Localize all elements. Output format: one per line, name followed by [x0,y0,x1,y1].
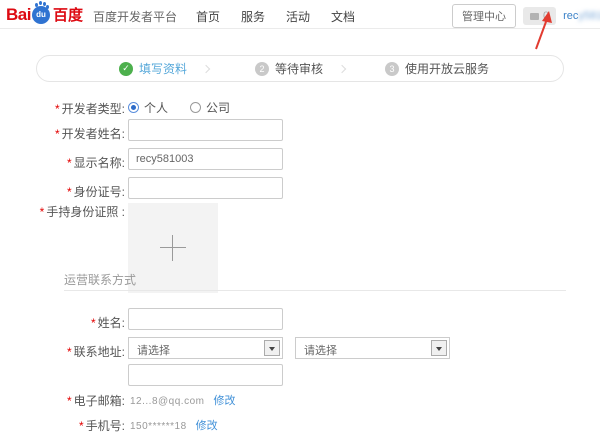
chevron-right-icon [202,64,210,72]
step-await-review: 2 等待审核 [255,56,345,81]
step-number: 3 [385,62,399,76]
phone-label: *手机号: [0,417,125,434]
address-detail-input[interactable] [128,364,283,386]
contact-name-label: *姓名: [0,314,125,331]
step-label: 使用开放云服务 [405,60,489,77]
nav-item-docs[interactable]: 文档 [331,8,355,25]
logo-text-bai: Bai [6,5,31,25]
baidu-paw-icon: du [32,6,50,24]
email-masked-value: 12...8@qq.com [130,396,204,407]
header-right: 管理中心 0 recy581003 | 退出 [452,4,600,28]
step-use-cloud: 3 使用开放云服务 [385,56,489,81]
step-number: 2 [255,62,269,76]
platform-title: 百度开发者平台 [93,5,177,25]
contact-address-label: *联系地址: [0,343,125,360]
id-number-input[interactable] [128,177,283,199]
developer-name-label: *开发者姓名: [0,125,125,142]
main-nav: 首页 服务 活动 文档 [196,8,355,25]
username-masked-part: y5810 [578,10,600,22]
phone-edit-link[interactable]: 修改 [196,420,218,432]
section-divider [64,290,566,291]
phone-value-row: 150******18 修改 [130,417,218,433]
email-label: *电子邮箱: [0,392,125,409]
developer-type-radio-group: 个人 公司 [128,99,230,116]
developer-type-label: *开发者类型: [0,100,125,117]
radio-option-personal[interactable]: 个人 [128,99,168,116]
display-name-input[interactable] [128,148,283,170]
admin-center-button[interactable]: 管理中心 [452,4,516,28]
step-fill-info: ✓ 填写资料 [119,56,209,81]
nav-item-home[interactable]: 首页 [196,8,220,25]
display-name-label: *显示名称: [0,154,125,171]
nav-item-services[interactable]: 服务 [241,8,265,25]
id-photo-upload-box[interactable] [128,203,218,293]
annotation-arrow [528,9,554,53]
email-value-row: 12...8@qq.com 修改 [130,392,235,408]
baidu-logo[interactable]: Bai du 百度 百度开发者平台 [6,4,177,25]
id-number-label: *身份证号: [0,183,125,200]
province-select[interactable]: 请选择 [128,337,283,359]
chevron-right-icon [338,64,346,72]
dropdown-arrow-icon[interactable] [264,340,280,356]
progress-steps: ✓ 填写资料 2 等待审核 3 使用开放云服务 [36,55,564,82]
header: Bai du 百度 百度开发者平台 首页 服务 活动 文档 管理中心 0 rec… [0,0,600,29]
email-edit-link[interactable]: 修改 [213,395,235,407]
phone-masked-value: 150******18 [130,421,187,432]
city-select[interactable]: 请选择 [295,337,450,359]
step-label: 填写资料 [139,60,187,77]
section-title-contact: 运营联系方式 [64,271,136,288]
username-link[interactable]: recy581003 [563,10,600,22]
developer-name-input[interactable] [128,119,283,141]
radio-unchecked-icon[interactable] [190,102,201,113]
nav-item-activities[interactable]: 活动 [286,8,310,25]
contact-name-input[interactable] [128,308,283,330]
check-icon: ✓ [119,62,133,76]
radio-checked-icon[interactable] [128,102,139,113]
step-label: 等待审核 [275,60,323,77]
radio-option-company[interactable]: 公司 [190,99,230,116]
dropdown-arrow-icon[interactable] [431,340,447,356]
id-photo-label: *手持身份证照 : [0,203,125,220]
logo-text-baidu-cn: 百度 [53,4,83,25]
